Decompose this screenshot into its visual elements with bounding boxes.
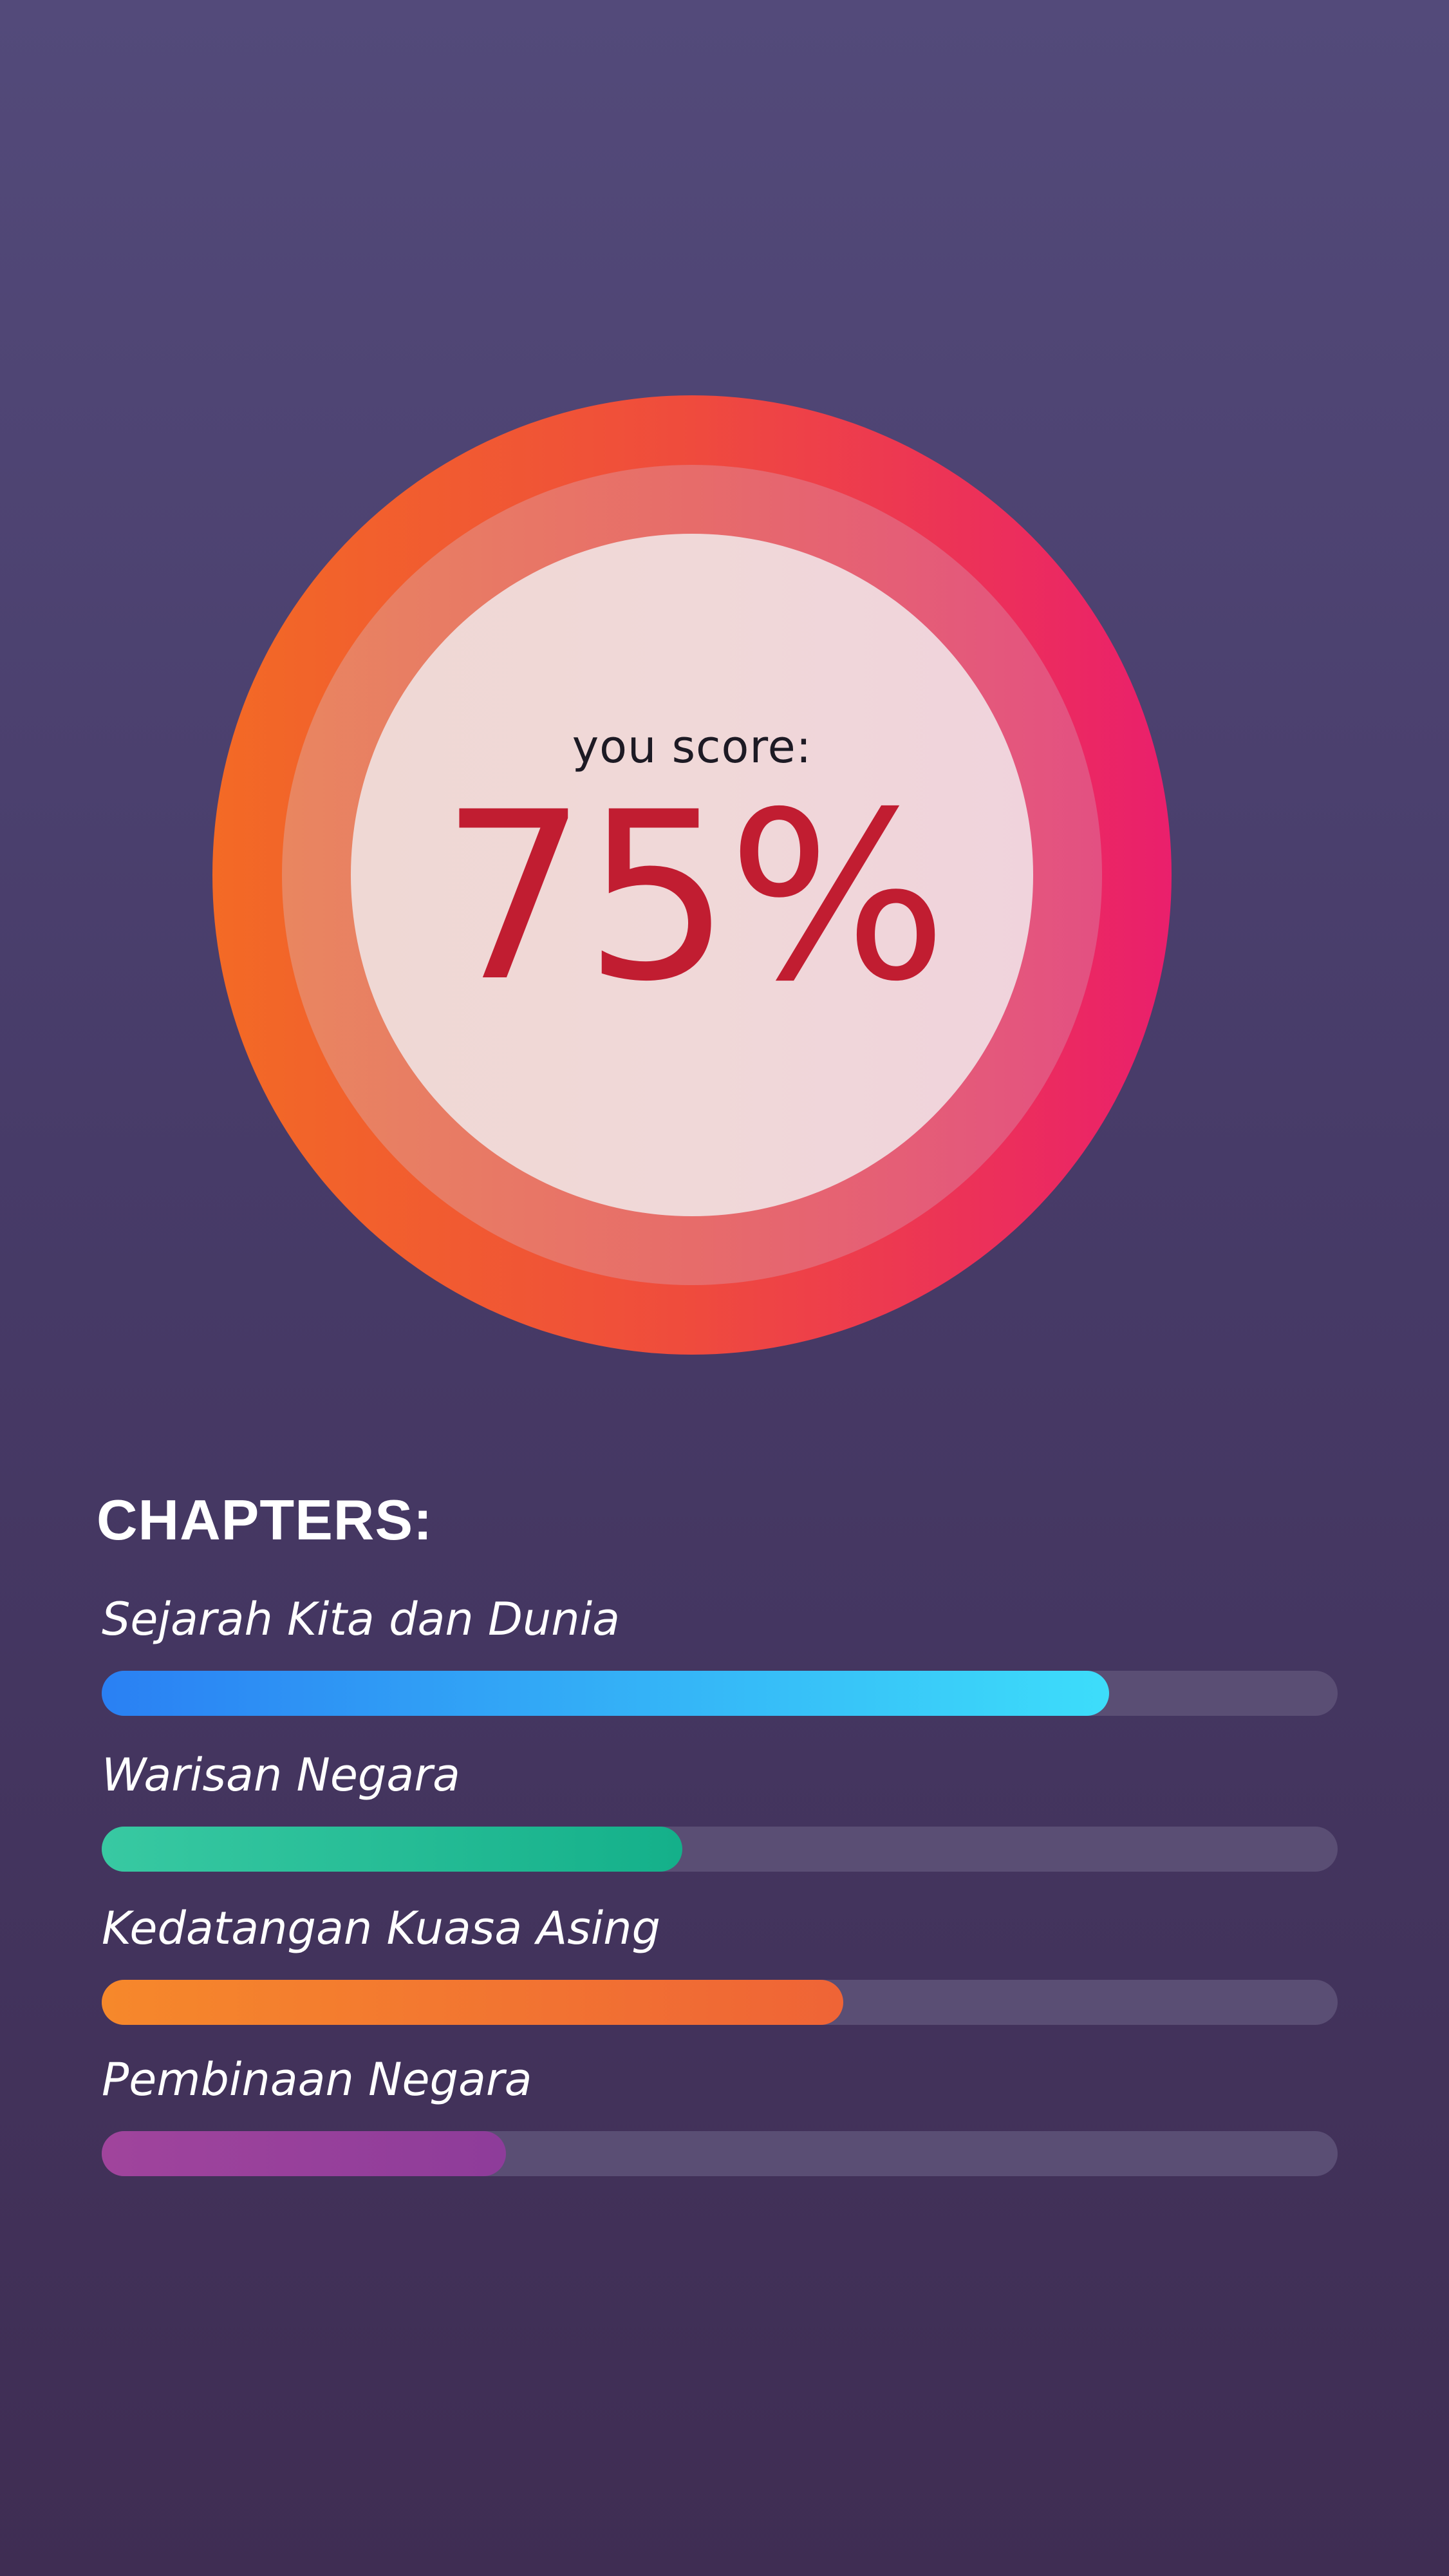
chapter-label: Sejarah Kita dan Dunia (102, 1593, 620, 1646)
chapter-progress-track (102, 1671, 1338, 1716)
chapter-item-kedatangan-kuasa-asing[interactable]: Kedatangan Kuasa Asing (102, 1902, 1338, 2025)
chapter-item-sejarah-kita-dan-dunia[interactable]: Sejarah Kita dan Dunia (102, 1593, 1338, 1716)
score-ring-inner: you score: 75% (351, 534, 1033, 1216)
chapter-item-pembinaan-negara[interactable]: Pembinaan Negara (102, 2053, 1338, 2176)
score-ring-middle: you score: 75% (282, 465, 1102, 1285)
chapter-label: Kedatangan Kuasa Asing (102, 1902, 660, 1955)
score-value: 75% (440, 762, 948, 1032)
score-ring: you score: 75% (212, 395, 1172, 1355)
chapter-progress-track (102, 1827, 1338, 1872)
chapter-item-warisan-negara[interactable]: Warisan Negara (102, 1749, 1338, 1872)
chapters-heading: CHAPTERS: (97, 1488, 433, 1552)
chapter-label: Pembinaan Negara (102, 2053, 532, 2106)
chapter-progress-fill (102, 1980, 843, 2025)
chapter-progress-fill (102, 1827, 683, 1872)
chapter-progress-track (102, 2131, 1338, 2176)
chapter-progress-fill (102, 1671, 1109, 1716)
chapter-progress-track (102, 1980, 1338, 2025)
chapter-label: Warisan Negara (102, 1749, 460, 1801)
chapter-progress-fill (102, 2131, 506, 2176)
